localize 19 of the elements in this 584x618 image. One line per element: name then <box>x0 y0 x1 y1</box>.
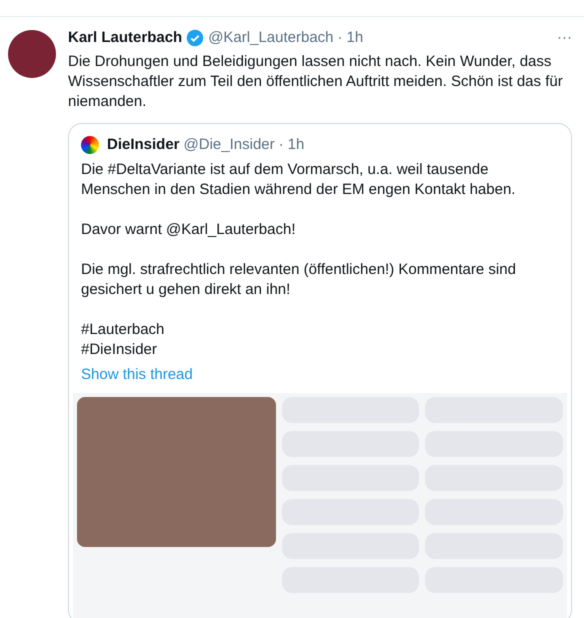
tweet-text: #Lauterbach #DieInsider <box>81 320 166 360</box>
author-name[interactable]: DieInsider <box>107 134 180 156</box>
author-handle[interactable]: @Die_Insider <box>184 134 275 156</box>
timestamp[interactable]: 1h <box>288 134 304 156</box>
tweet-text: Die Drohungen und Beleidigungen lassen nicht nach. Kein Wunder, dass Wissenschaftler zum Teil den öffentlichen Auftritt meiden. Schön ist das für niemanden. <box>68 52 564 112</box>
author-handle[interactable]: @Karl_Lauterbach <box>208 27 334 50</box>
separator: · <box>338 28 343 48</box>
more-icon[interactable]: ··· <box>557 27 572 50</box>
quoted-tweet-card[interactable] <box>68 122 572 618</box>
separator: · <box>278 134 284 154</box>
author-name[interactable]: Karl Lauterbach <box>68 27 182 50</box>
attached-image[interactable] <box>73 392 567 618</box>
tweet-text: Davor warnt @Karl_Lauterbach! <box>81 220 296 240</box>
avatar[interactable] <box>8 30 56 78</box>
timestamp[interactable]: 1h <box>346 27 364 50</box>
avatar <box>81 136 99 154</box>
show-thread-link[interactable]: Show this thread <box>81 364 559 386</box>
tweet-text: Die #DeltaVariante ist auf dem Vormarsch, u.a. weil tausende Menschen in den Stadien während der EM engen Kontakt haben. <box>81 160 516 200</box>
tweet-text: Die mgl. strafrechtlich relevanten (öffentlichen!) Kommentare sind gesichert u gehen direkt an ihn! <box>81 260 517 300</box>
